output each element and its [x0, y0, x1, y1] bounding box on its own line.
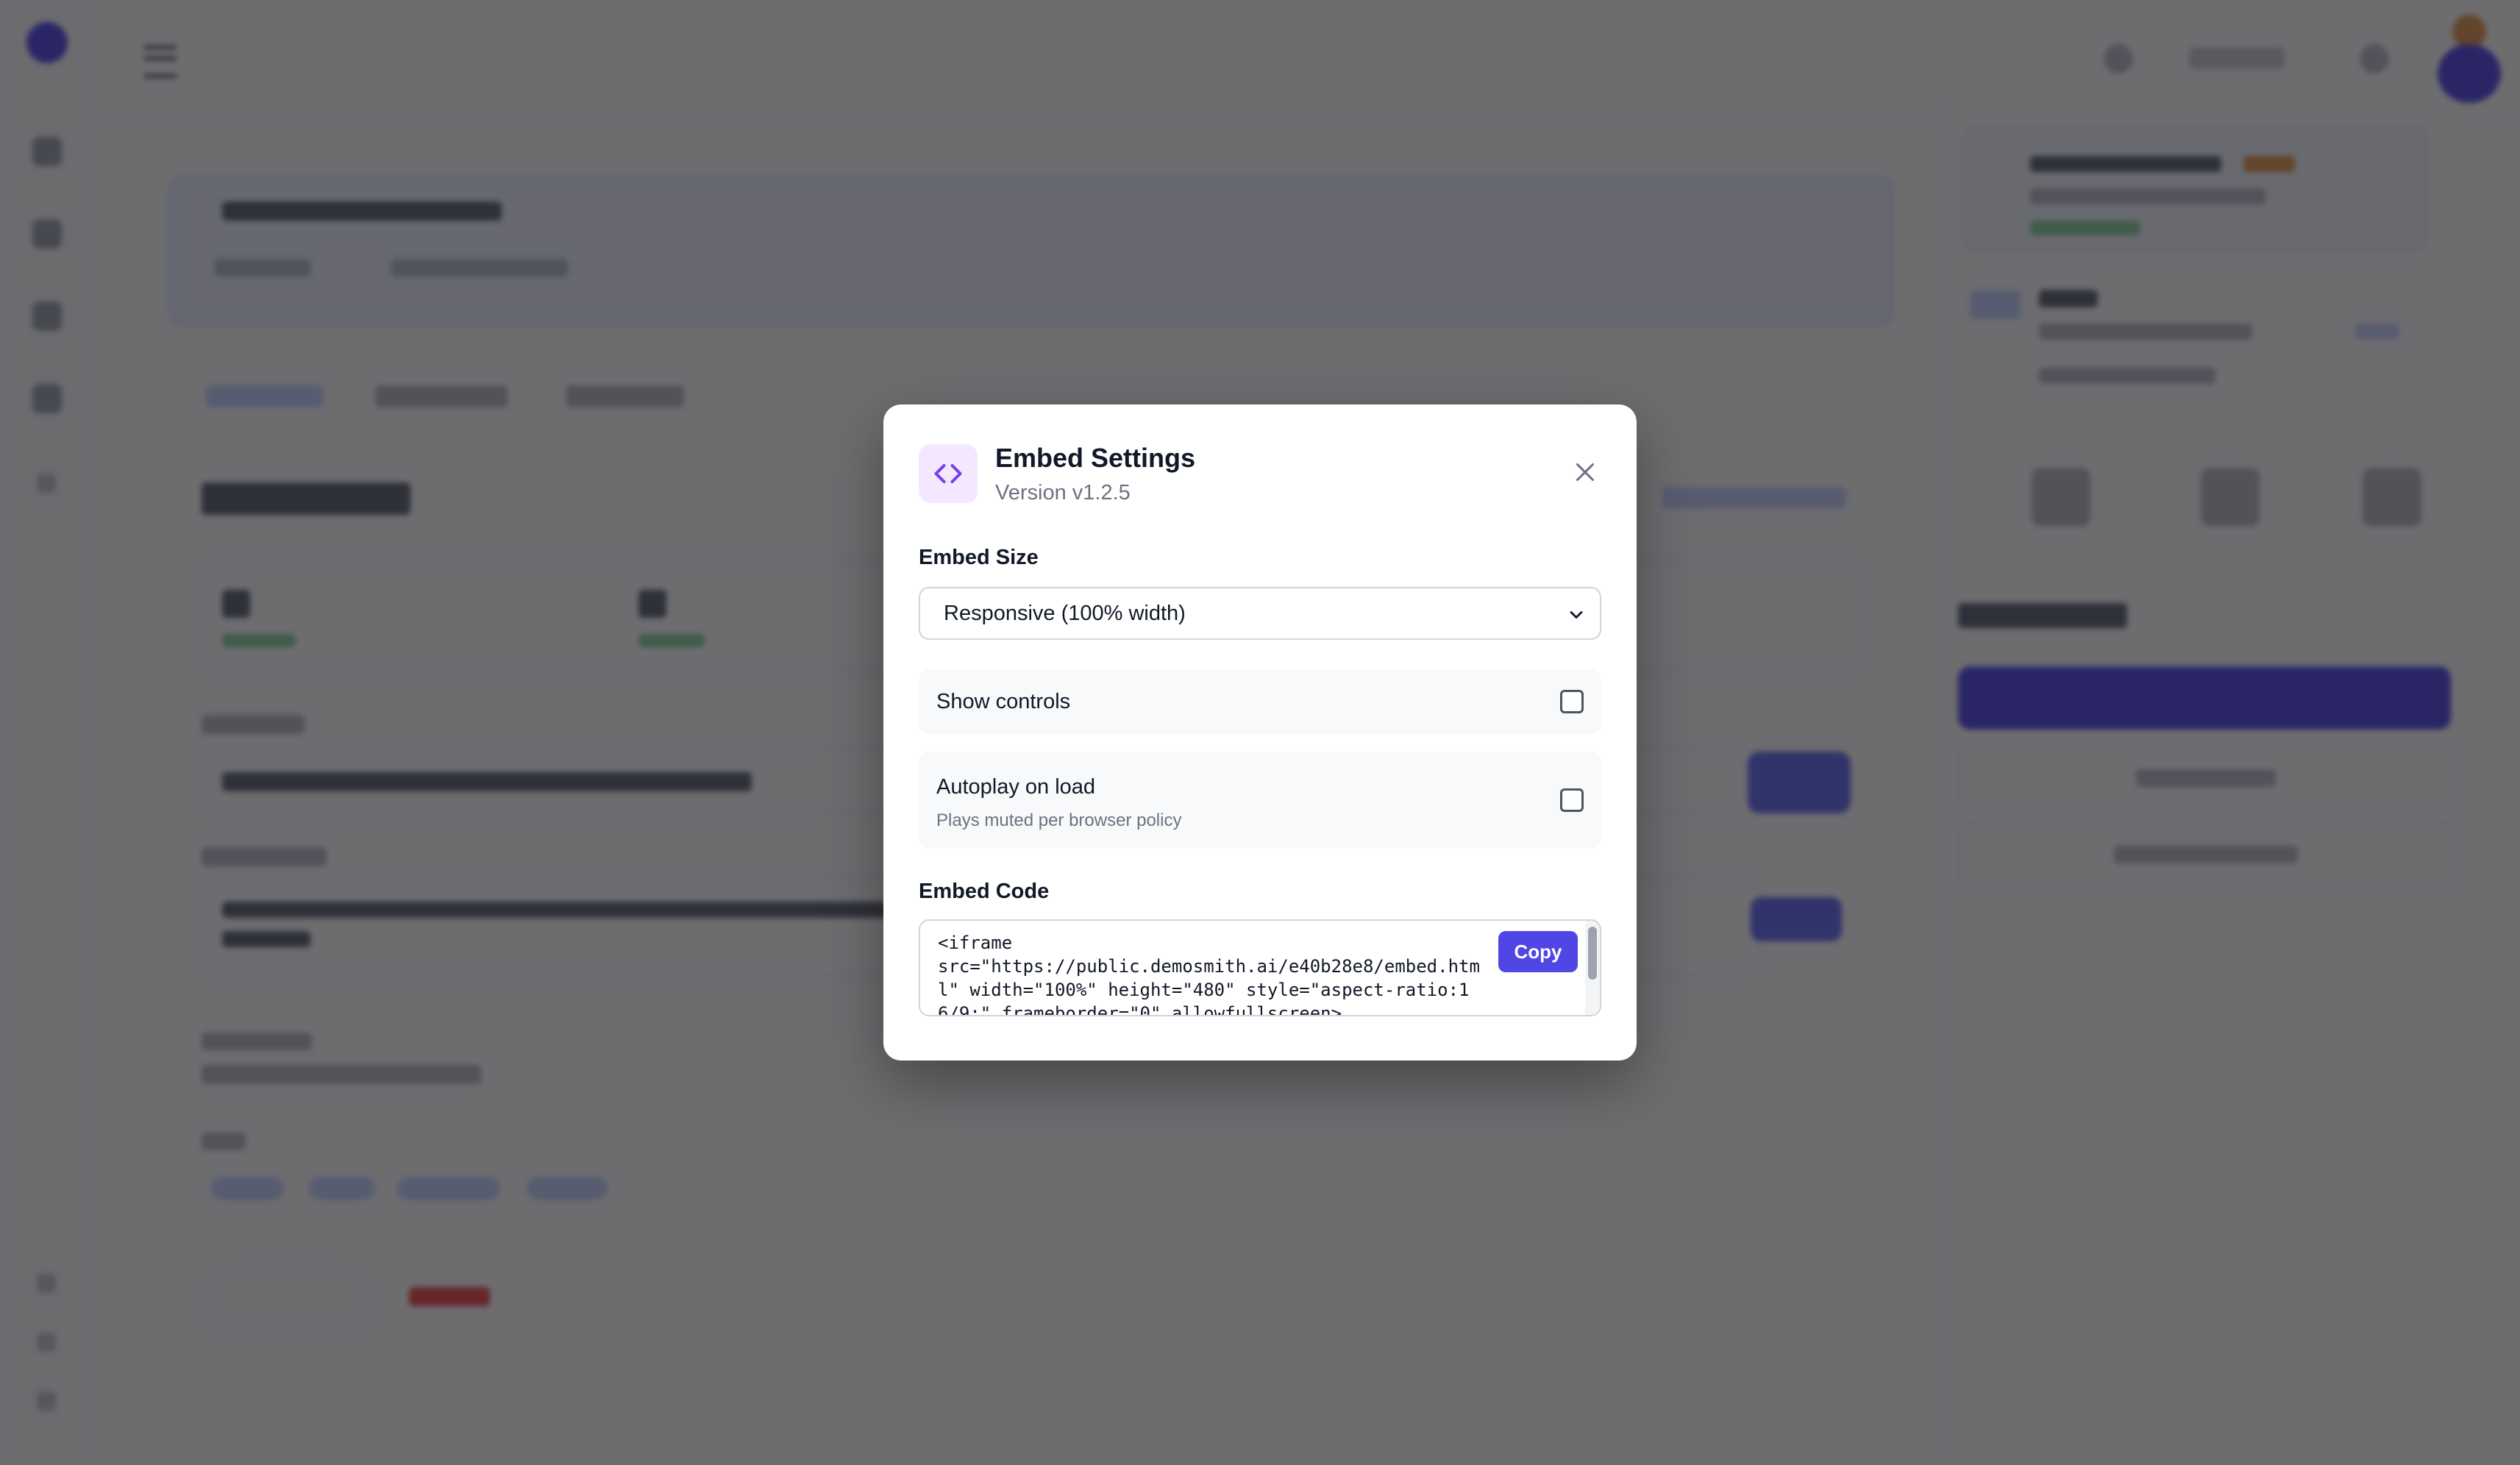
show-controls-label: Show controls — [936, 690, 1071, 713]
chevron-down-icon — [1570, 611, 1583, 619]
code-scrollbar-thumb[interactable] — [1588, 927, 1597, 980]
close-icon — [1576, 463, 1594, 481]
autoplay-checkbox[interactable] — [1560, 788, 1584, 812]
modal-title: Embed Settings — [995, 443, 1196, 473]
embed-settings-modal: Embed Settings Version v1.2.5 Embed Size… — [883, 404, 1637, 1061]
close-button[interactable] — [1566, 453, 1604, 491]
embed-size-value: Responsive (100% width) — [944, 601, 1186, 625]
modal-version: Version v1.2.5 — [995, 481, 1131, 505]
autoplay-row[interactable]: Autoplay on load Plays muted per browser… — [919, 752, 1601, 849]
code-icon — [919, 444, 978, 503]
autoplay-help-text: Plays muted per browser policy — [936, 810, 1182, 830]
embed-size-select[interactable]: Responsive (100% width) — [919, 587, 1601, 640]
copy-button[interactable]: Copy — [1498, 931, 1578, 972]
autoplay-label: Autoplay on load — [936, 775, 1096, 799]
embed-size-label: Embed Size — [919, 546, 1039, 569]
show-controls-row[interactable]: Show controls — [919, 669, 1601, 734]
embed-code-text[interactable]: <iframe src="https://public.demosmith.ai… — [938, 931, 1482, 1015]
show-controls-checkbox[interactable] — [1560, 690, 1584, 713]
embed-code-box[interactable]: <iframe src="https://public.demosmith.ai… — [919, 919, 1601, 1016]
embed-code-label: Embed Code — [919, 880, 1050, 903]
